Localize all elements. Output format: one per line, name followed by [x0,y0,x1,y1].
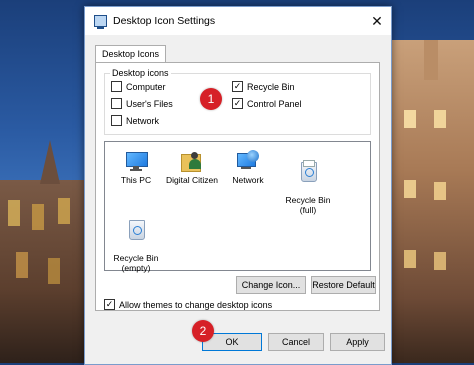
tab-desktop-icons[interactable]: Desktop Icons [95,45,167,63]
icon-list[interactable]: This PC Digital Citizen Network Recycle … [104,141,371,273]
checkbox-recycle-bin[interactable]: ✓ Recycle Bin [232,81,295,92]
network-icon [237,150,259,172]
checkbox-network[interactable]: Network [111,115,159,126]
checkbox-box[interactable] [111,81,122,92]
checkbox-label: Computer [126,81,166,92]
desktop-icon-settings-dialog: Desktop Icon Settings ✕ Desktop Icons De… [84,6,392,365]
background-building-right [386,40,474,363]
icon-label: Digital Citizen [166,175,218,185]
step-badge-2: 2 [192,320,214,342]
monitor-icon [94,15,107,29]
cancel-button[interactable]: Cancel [268,333,324,351]
checkbox-computer[interactable]: Computer [111,81,166,92]
checkbox-label: Network [126,115,160,126]
icon-label: This PC [120,175,152,185]
checkbox-box[interactable] [111,115,122,126]
checkbox-label: Allow themes to change desktop icons [119,299,273,310]
icon-label: Network [232,175,264,185]
this-pc-icon [125,150,148,172]
checkmark-icon[interactable]: ✓ [232,81,243,92]
desktop-icons-group: Desktop icons Computer User's Files Netw… [104,68,371,135]
apply-button[interactable]: Apply [330,333,385,351]
background-tower [424,40,438,80]
checkbox-label: Recycle Bin [247,81,295,92]
background-spire [40,140,60,184]
list-item-network[interactable]: Network [220,150,276,185]
checkbox-users-files[interactable]: User's Files [111,98,173,109]
list-item-digital-citizen[interactable]: Digital Citizen [164,150,220,185]
recycle-bin-full-icon [297,160,319,182]
checkbox-allow-themes[interactable]: ✓ Allow themes to change desktop icons [104,299,272,310]
tab-panel: Desktop icons Computer User's Files Netw… [95,62,380,311]
checkmark-icon[interactable]: ✓ [104,299,115,310]
group-label: Desktop icons [110,68,171,78]
close-button[interactable]: ✕ [363,7,391,35]
checkbox-box[interactable] [111,98,122,109]
checkmark-icon[interactable]: ✓ [232,98,243,109]
user-folder-icon [181,150,203,172]
title-bar[interactable]: Desktop Icon Settings ✕ [85,7,391,35]
dialog-title: Desktop Icon Settings [113,15,216,27]
background-building-left [0,180,92,363]
checkbox-label: User's Files [126,98,173,109]
restore-default-button[interactable]: Restore Default [311,276,376,294]
change-icon-button[interactable]: Change Icon... [236,276,306,294]
list-item-recycle-bin-empty[interactable]: Recycle Bin (empty) [108,208,164,283]
list-item-this-pc[interactable]: This PC [108,150,164,185]
icon-label: Recycle Bin (full) [285,195,331,215]
icon-label: Recycle Bin (empty) [113,253,159,273]
list-item-recycle-bin-full[interactable]: Recycle Bin (full) [280,150,336,225]
checkbox-label: Control Panel [247,98,302,109]
step-badge-1: 1 [200,88,222,110]
checkbox-control-panel[interactable]: ✓ Control Panel [232,98,302,109]
recycle-bin-empty-icon [125,218,147,240]
